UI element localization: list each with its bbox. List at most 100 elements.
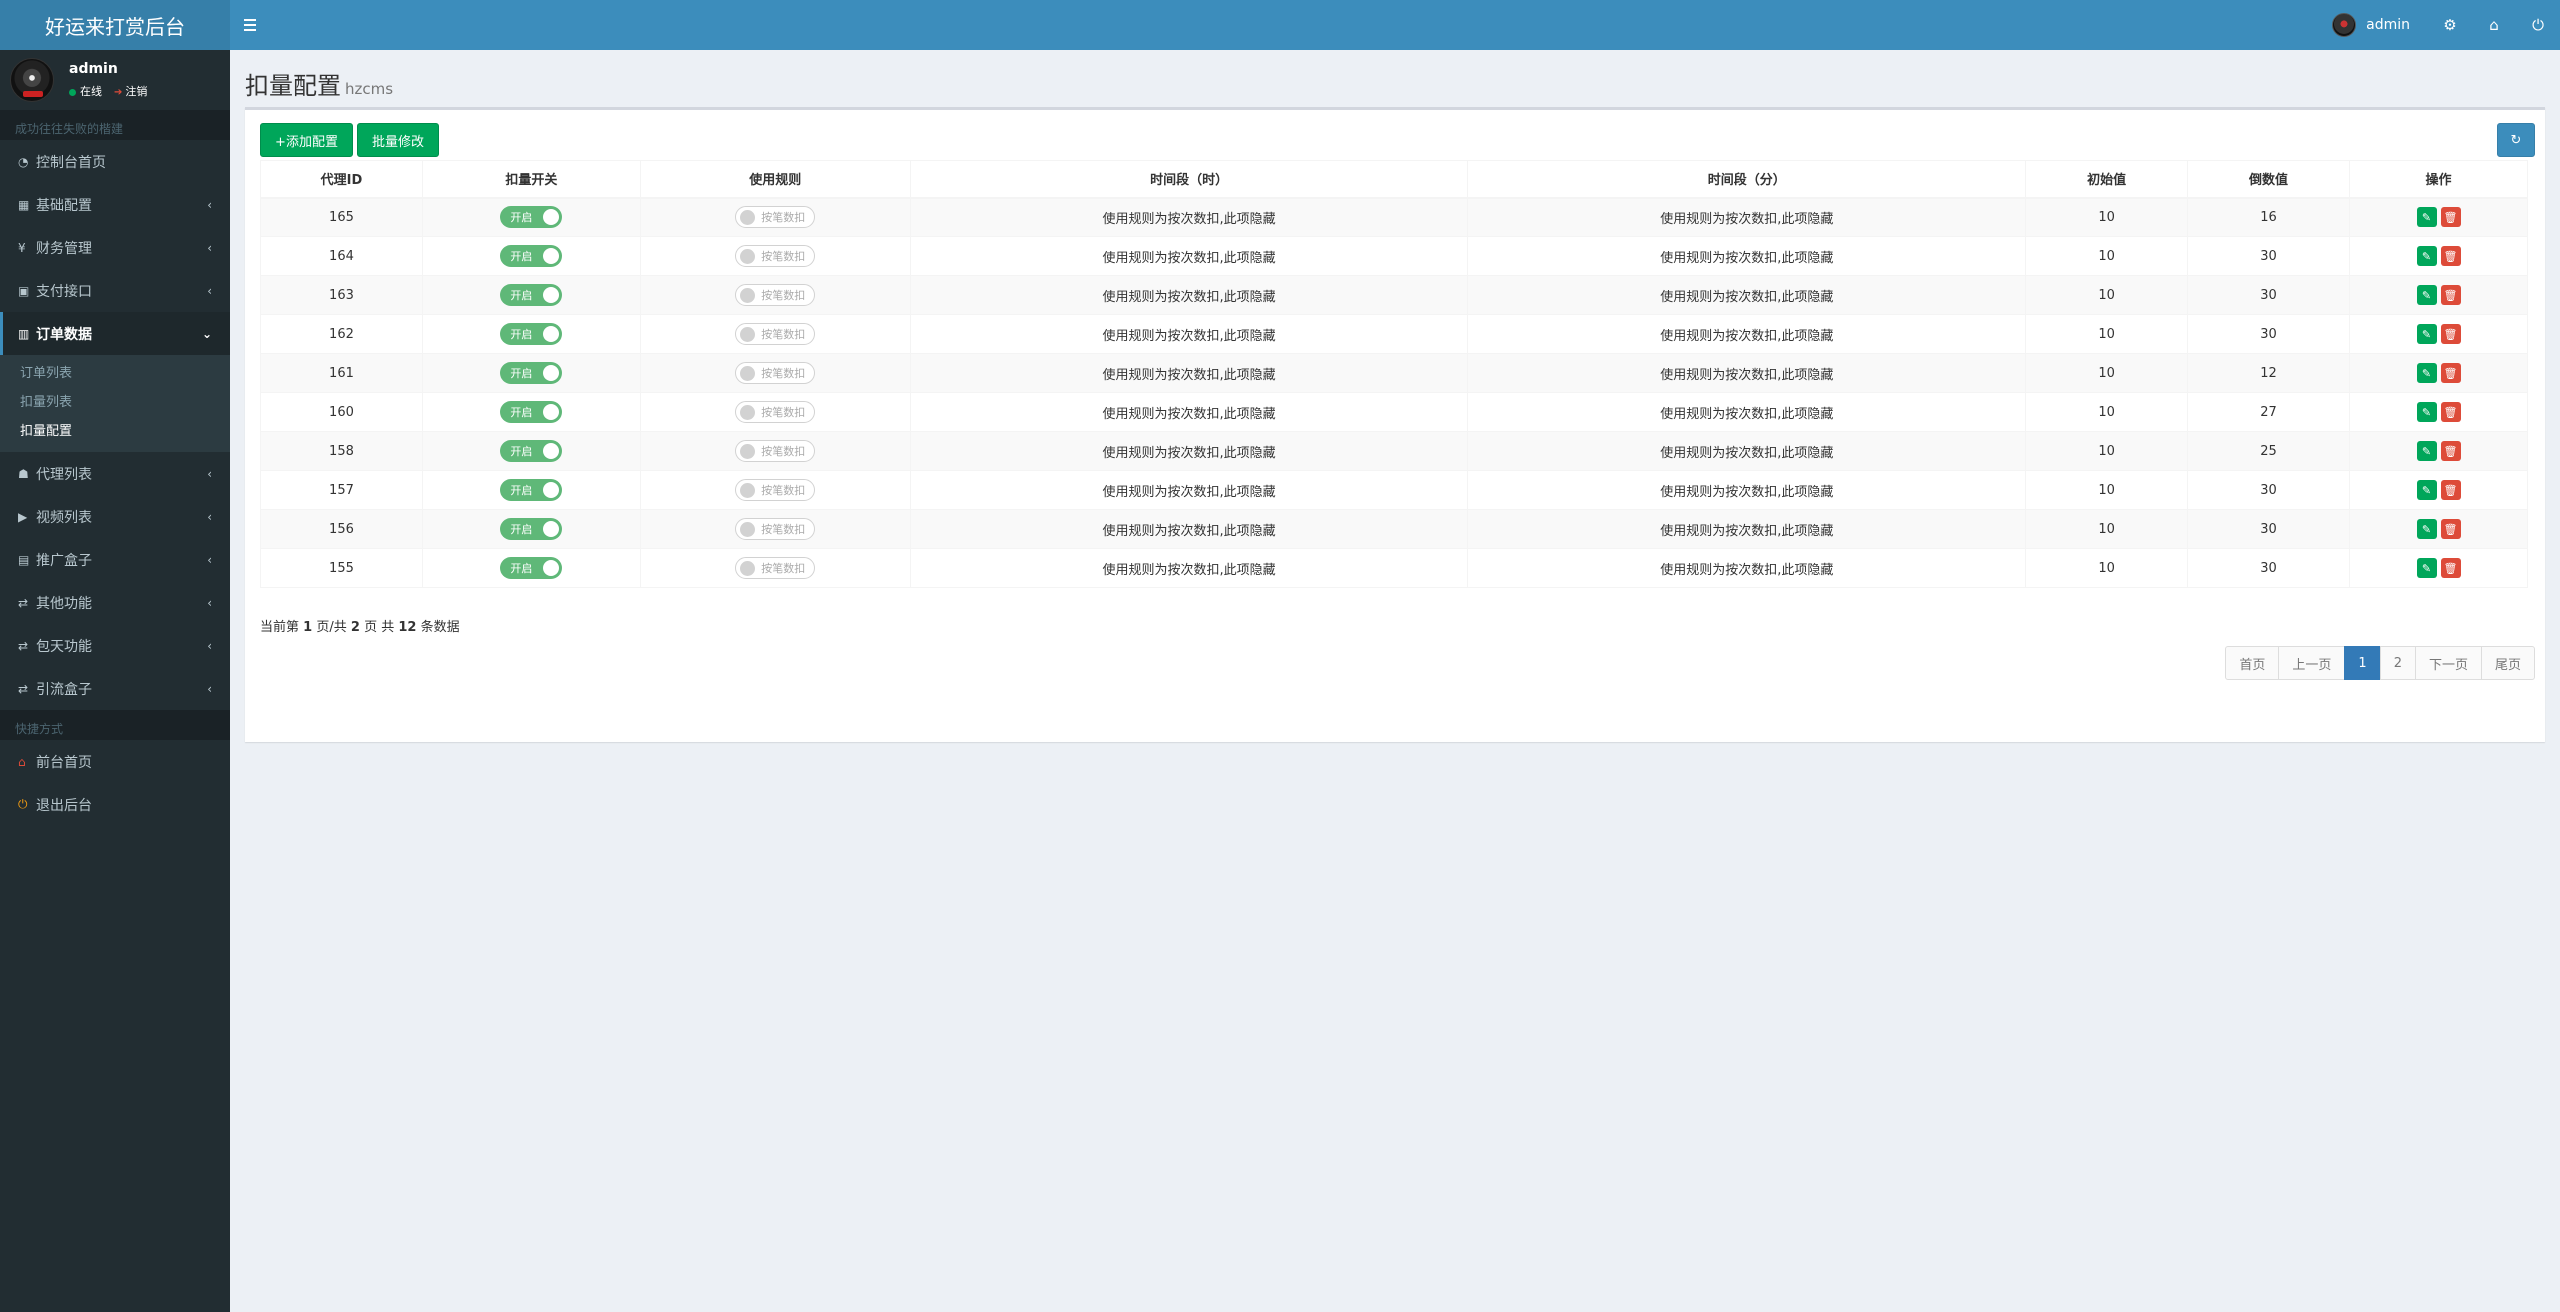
sidebar-item-logout[interactable]: ⏻ 退出后台	[0, 783, 230, 826]
delete-button[interactable]: 🗑	[2440, 480, 2461, 500]
edit-button[interactable]: ✎	[2416, 441, 2437, 461]
rule-switch[interactable]: 按笔数扣	[735, 557, 816, 579]
home-icon[interactable]: ⌂	[2472, 0, 2516, 50]
sidebar-item-finance[interactable]: ¥ 财务管理 ‹	[0, 226, 230, 269]
page-prev-button[interactable]: 上一页	[2278, 646, 2346, 680]
agent-id-cell: 164	[260, 236, 423, 276]
deduct-switch[interactable]: 开启	[500, 323, 563, 345]
edit-button[interactable]: ✎	[2416, 285, 2437, 305]
submenu-item-order-list[interactable]: 订单列表	[0, 359, 230, 388]
delete-button[interactable]: 🗑	[2440, 285, 2461, 305]
edit-button[interactable]: ✎	[2416, 324, 2437, 344]
deduct-switch[interactable]: 开启	[500, 479, 563, 501]
trash-icon: 🗑	[2443, 522, 2458, 536]
count-value-cell: 30	[2187, 275, 2350, 315]
deduct-switch[interactable]: 开启	[500, 440, 563, 462]
edit-button[interactable]: ✎	[2416, 480, 2437, 500]
bar-chart-icon: ▥	[18, 326, 30, 341]
delete-button[interactable]: 🗑	[2440, 441, 2461, 461]
column-header[interactable]: 时间段（时）	[909, 160, 1469, 199]
deduct-switch[interactable]: 开启	[500, 362, 563, 384]
column-header[interactable]: 时间段（分）	[1467, 160, 2027, 199]
rule-switch[interactable]: 按笔数扣	[735, 362, 816, 384]
column-header[interactable]: 操作	[2349, 160, 2528, 199]
sidebar-item-dashboard[interactable]: ◔ 控制台首页	[0, 140, 230, 183]
edit-button[interactable]: ✎	[2416, 558, 2437, 578]
rule-switch[interactable]: 按笔数扣	[735, 518, 816, 540]
status-logout[interactable]: ➔ 注销	[114, 83, 147, 99]
page-1-button[interactable]: 1	[2344, 646, 2381, 680]
column-header[interactable]: 使用规则	[639, 160, 911, 199]
sidebar-item-orders[interactable]: ▥ 订单数据 ⌄	[0, 312, 230, 355]
sidebar-item-videos[interactable]: ▶ 视频列表 ‹	[0, 495, 230, 538]
sidebar-item-payment[interactable]: ▣ 支付接口 ‹	[0, 269, 230, 312]
add-config-button[interactable]: +添加配置	[260, 123, 353, 157]
rule-switch[interactable]: 按笔数扣	[735, 206, 816, 229]
rule-switch[interactable]: 按笔数扣	[735, 245, 816, 267]
delete-button[interactable]: 🗑	[2440, 246, 2461, 266]
deduct-switch[interactable]: 开启	[500, 245, 563, 267]
delete-button[interactable]: 🗑	[2440, 324, 2461, 344]
sidebar-item-basic-config[interactable]: ▦ 基础配置 ‹	[0, 183, 230, 226]
count-value-cell: 12	[2187, 353, 2350, 393]
sidebar-item-frontend-home[interactable]: ⌂ 前台首页	[0, 740, 230, 783]
power-icon[interactable]: ⏻	[2516, 0, 2560, 50]
column-header[interactable]: 扣量开关	[421, 160, 641, 199]
sidebar: admin 在线 ➔ 注销 成功往往失败的楷建 ◔ 控制台首页 ▦ 基础配置 ‹ …	[0, 50, 230, 1312]
sidebar-item-agents[interactable]: ☗ 代理列表 ‹	[0, 452, 230, 495]
column-header[interactable]: 初始值	[2025, 160, 2189, 199]
page-next-button[interactable]: 下一页	[2414, 646, 2482, 680]
top-navbar: admin ⚙ ⌂ ⏻	[230, 0, 2560, 50]
pencil-icon: ✎	[2421, 405, 2432, 419]
deduct-switch[interactable]: 开启	[500, 557, 563, 579]
rule-switch[interactable]: 按笔数扣	[735, 323, 816, 345]
app-logo[interactable]: 好运来打赏后台	[0, 0, 230, 50]
batch-edit-button[interactable]: 批量修改	[357, 123, 439, 157]
row-actions: ✎ 🗑	[2416, 324, 2461, 344]
edit-button[interactable]: ✎	[2416, 519, 2437, 539]
rule-switch[interactable]: 按笔数扣	[735, 401, 816, 423]
page-2-button[interactable]: 2	[2379, 646, 2416, 680]
edit-button[interactable]: ✎	[2416, 363, 2437, 383]
delete-button[interactable]: 🗑	[2440, 207, 2461, 228]
submenu-item-deduct-list[interactable]: 扣量列表	[0, 388, 230, 417]
row-actions: ✎ 🗑	[2416, 441, 2461, 461]
edit-button[interactable]: ✎	[2416, 246, 2437, 266]
page-last-button[interactable]: 尾页	[2480, 646, 2535, 680]
online-dot-icon	[69, 88, 76, 96]
switch-knob	[740, 482, 756, 498]
page-first-button[interactable]: 首页	[2225, 646, 2280, 680]
hour-cell: 使用规则为按次数扣,此项隐藏	[909, 236, 1469, 276]
sidebar-item-traffic-box[interactable]: ⇄ 引流盒子 ‹	[0, 667, 230, 710]
delete-button[interactable]: 🗑	[2440, 519, 2461, 539]
rule-switch[interactable]: 按笔数扣	[735, 479, 816, 501]
sidebar-toggle-icon[interactable]	[244, 13, 268, 37]
refresh-button[interactable]: ↻	[2497, 123, 2535, 157]
delete-button[interactable]: 🗑	[2440, 558, 2461, 578]
gears-icon[interactable]: ⚙	[2428, 0, 2472, 50]
rule-switch[interactable]: 按笔数扣	[735, 440, 816, 462]
sidebar-item-promo-box[interactable]: ▤ 推广盒子 ‹	[0, 538, 230, 581]
rule-switch[interactable]: 按笔数扣	[735, 284, 816, 306]
edit-button[interactable]: ✎	[2416, 207, 2437, 228]
status-online[interactable]: 在线	[69, 83, 102, 99]
deduct-switch[interactable]: 开启	[500, 518, 563, 540]
initial-value-cell: 10	[2025, 353, 2189, 393]
trash-icon: 🗑	[2443, 288, 2458, 302]
deduct-switch[interactable]: 开启	[500, 206, 563, 229]
submenu-item-deduct-config[interactable]: 扣量配置	[0, 417, 230, 446]
navbar-right: admin ⚙ ⌂ ⏻	[2314, 0, 2560, 50]
column-header[interactable]: 代理ID	[260, 160, 423, 199]
delete-button[interactable]: 🗑	[2440, 363, 2461, 383]
sidebar-item-other[interactable]: ⇄ 其他功能 ‹	[0, 581, 230, 624]
table-row: 161 开启 按笔数扣 使用规则为按次数扣,此项隐藏 使用规则为按次数扣,此项隐藏 10 1…	[260, 353, 2528, 393]
delete-button[interactable]: 🗑	[2440, 402, 2461, 422]
edit-button[interactable]: ✎	[2416, 402, 2437, 422]
user-menu[interactable]: admin	[2314, 0, 2428, 50]
switch-knob	[543, 482, 560, 498]
table-row: 156 开启 按笔数扣 使用规则为按次数扣,此项隐藏 使用规则为按次数扣,此项隐藏 10 3…	[260, 509, 2528, 549]
sidebar-item-daily[interactable]: ⇄ 包天功能 ‹	[0, 624, 230, 667]
column-header[interactable]: 倒数值	[2187, 160, 2350, 199]
deduct-switch[interactable]: 开启	[500, 401, 563, 423]
deduct-switch[interactable]: 开启	[500, 284, 563, 306]
